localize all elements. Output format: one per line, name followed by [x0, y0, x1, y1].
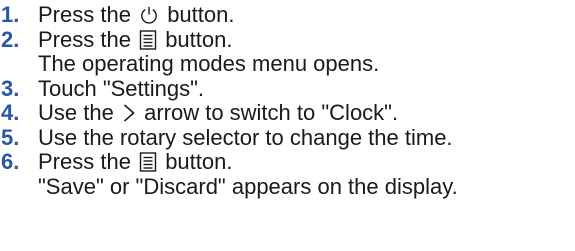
- step-text-after: button.: [165, 149, 233, 174]
- step-text-before: Press the: [38, 149, 131, 174]
- step-text-before: Press the: [38, 26, 131, 52]
- step-text: Press the button. The operating modes me…: [38, 26, 575, 77]
- step-number: 3.: [1, 75, 20, 101]
- step-text: Press the button. "Save" or "Discard" ap…: [38, 149, 575, 199]
- step-number: 5.: [1, 124, 20, 150]
- step-text: Use the arrow to switch to "Clock".: [38, 100, 575, 126]
- step-result: The operating modes menu opens.: [38, 51, 380, 76]
- step-number: 2.: [1, 26, 20, 52]
- step-text: Use the rotary selector to change the ti…: [38, 124, 453, 150]
- step-3: 3. Touch "Settings".: [0, 75, 575, 102]
- step-number: 1.: [1, 2, 20, 27]
- step-text-after: button.: [167, 2, 235, 27]
- step-text-before: Use the: [38, 100, 114, 125]
- menu-icon: [139, 29, 157, 50]
- menu-icon: [139, 152, 157, 172]
- step-instruction: Press the button.: [38, 149, 575, 175]
- step-text-before: Press the: [38, 2, 131, 27]
- step-2: 2. Press the button. The operating modes…: [0, 26, 575, 77]
- arrow-right-icon: [122, 103, 136, 123]
- step-text: Press the button.: [38, 2, 575, 28]
- step-text-after: arrow to switch to "Clock".: [144, 100, 399, 125]
- step-4: 4. Use the arrow to switch to "Clock".: [0, 100, 575, 126]
- step-number: 6.: [1, 149, 20, 174]
- step-1: 1. Press the button.: [0, 2, 575, 28]
- step-6: 6. Press the button. "Save" or "Discard"…: [0, 149, 575, 199]
- step-text-after: button.: [165, 26, 233, 52]
- step-instruction: Press the button.: [38, 26, 575, 53]
- step-result: "Save" or "Discard" appears on the displ…: [38, 173, 458, 199]
- step-text: Touch "Settings".: [38, 75, 205, 101]
- step-number: 4.: [1, 100, 20, 125]
- power-icon: [139, 5, 159, 25]
- instruction-steps: 1. Press the button. 2. Press the button…: [0, 0, 575, 199]
- step-5: 5. Use the rotary selector to change the…: [0, 124, 575, 151]
